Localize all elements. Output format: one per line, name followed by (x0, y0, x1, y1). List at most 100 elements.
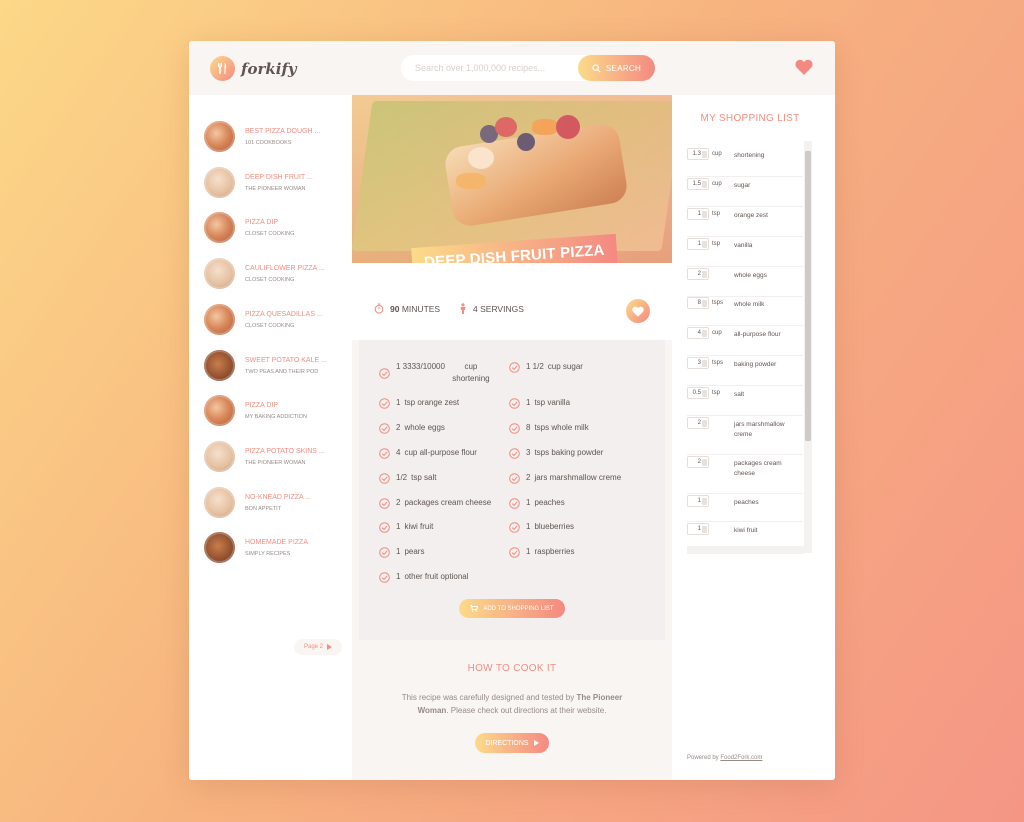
shopping-item: 1 tsp vanilla (687, 238, 803, 267)
shopping-item-unit: tsps (712, 360, 724, 366)
result-item[interactable]: BEST PIZZA DOUGH ... 101 COOKBOOKS (204, 119, 344, 153)
ingredient-item: 1 3333/10000 cup shortening (379, 361, 509, 385)
quantity-stepper[interactable]: 2 (687, 456, 709, 468)
powered-by: Powered by Food2Fork.com (687, 755, 763, 761)
ingredient-item: 1 pears (379, 546, 509, 558)
stopwatch-icon (374, 303, 384, 314)
check-icon (379, 398, 390, 409)
check-icon (509, 448, 520, 459)
result-item[interactable]: CAULIFLOWER PIZZA ... CLOSET COOKING (204, 256, 344, 290)
ingredient-item: 2 whole eggs (379, 422, 509, 434)
scrollbar-thumb[interactable] (805, 151, 811, 441)
shopping-item-desc: baking powder (734, 361, 777, 368)
check-icon (379, 448, 390, 459)
logo[interactable]: forkify (210, 56, 297, 81)
result-item[interactable]: DEEP DISH FRUIT ... THE PIONEER WOMAN (204, 165, 344, 199)
check-icon (509, 473, 520, 484)
search-input[interactable] (415, 55, 575, 81)
shopping-item-desc: peaches (734, 499, 759, 506)
ingredient-count: 1 1/2 (526, 362, 544, 371)
result-thumbnail (204, 166, 235, 198)
how-to-cook-text: This recipe was carefully designed and t… (401, 693, 623, 715)
horizontal-scrollbar[interactable] (687, 546, 804, 554)
quantity-stepper[interactable]: 0.5 (687, 387, 709, 399)
person-icon (460, 303, 466, 314)
shopping-item: 1.3 cup shortening (687, 148, 803, 177)
result-thumbnail (204, 120, 235, 152)
ingredient-count: 1 (396, 522, 401, 531)
result-thumbnail (204, 486, 235, 518)
ingredient-text: packages cream cheese (404, 498, 492, 507)
ingredient-text: tsp vanilla (534, 398, 571, 407)
add-to-shopping-list-button[interactable]: ADD TO SHOPPING LIST (459, 599, 565, 618)
add-to-shopping-list-label: ADD TO SHOPPING LIST (483, 605, 554, 612)
ingredient-count: 2 (396, 423, 401, 432)
ingredient-count: 1 (396, 572, 401, 581)
how-to-cook: HOW TO COOK IT This recipe was carefully… (359, 640, 665, 780)
food2fork-link[interactable]: Food2Fork.com (720, 755, 762, 761)
ingredient-count: 1 (526, 522, 531, 531)
result-item[interactable]: PIZZA DIP CLOSET COOKING (204, 210, 344, 244)
recipe-time-unit: MINUTES (401, 303, 441, 314)
quantity-stepper[interactable]: 1.3 (687, 148, 709, 160)
recipe: DEEP DISH FRUIT PIZZA 90 MINUTES 4 SERVI… (352, 95, 672, 780)
shopping-item: 1 peaches (687, 495, 803, 522)
result-thumbnail (204, 257, 235, 289)
ingredient-count: 1/2 (396, 473, 408, 482)
vertical-scrollbar[interactable] (804, 141, 812, 553)
quantity-stepper[interactable]: 2 (687, 417, 709, 429)
ingredient-item: 1/2 tsp salt (379, 472, 509, 484)
shopping-item-desc: all-purpose flour (734, 331, 781, 338)
result-author: 101 COOKBOOKS (245, 139, 292, 146)
header: forkify SEARCH (189, 41, 835, 95)
result-item[interactable]: SWEET POTATO KALE ... TWO PEAS AND THEIR… (204, 348, 344, 382)
ingredient-text: cup sugar (547, 362, 583, 371)
ingredient-text: pears (404, 547, 425, 556)
recipe-time-value: 90 (390, 303, 400, 314)
result-author: CLOSET COOKING (245, 276, 295, 283)
ingredient-item: 1 raspberries (509, 546, 639, 558)
result-item[interactable]: PIZZA POTATO SKINS ... THE PIONEER WOMAN (204, 439, 344, 473)
ingredient-item: 1 1/2 cup sugar (509, 361, 639, 373)
check-icon (379, 498, 390, 509)
result-thumbnail (204, 303, 235, 335)
quantity-stepper[interactable]: 1 (687, 208, 709, 220)
result-item[interactable]: HOMEMADE PIZZA SIMPLY RECIPES (204, 530, 344, 564)
quantity-stepper[interactable]: 1 (687, 238, 709, 250)
shopping-item-desc: packages cream cheese (734, 460, 782, 477)
ingredient-count: 1 3333/10000 (396, 362, 445, 371)
ingredient-text: whole eggs (404, 423, 445, 432)
shopping-item-unit: cup (712, 151, 722, 157)
result-item[interactable]: PIZZA QUESADILLAS ... CLOSET COOKING (204, 302, 344, 336)
next-page-button[interactable]: Page 2 (294, 639, 342, 655)
quantity-stepper[interactable]: 1.5 (687, 178, 709, 190)
result-item[interactable]: PIZZA DIP MY BAKING ADDICTION (204, 393, 344, 427)
ingredient-count: 1 (526, 547, 531, 556)
app-container: forkify SEARCH BEST PIZZA DOUGH ... (189, 41, 835, 780)
quantity-stepper[interactable]: 4 (687, 327, 709, 339)
shopping-item: 2 packages cream cheese (687, 456, 803, 494)
ingredient-item: 1 kiwi fruit (379, 521, 509, 533)
ingredient-item: 1 peaches (509, 497, 639, 509)
result-item[interactable]: NO-KNEAD PIZZA ... BON APPETIT (204, 485, 344, 519)
quantity-stepper[interactable]: 8 (687, 297, 709, 309)
shopping-list-scroll[interactable]: 1.3 cup shortening 1.5 cup sugar 1 tsp o… (687, 141, 813, 555)
result-thumbnail (204, 349, 235, 381)
directions-button[interactable]: DIRECTIONS (475, 733, 549, 753)
shopping-item: 1 kiwi fruit (687, 523, 803, 547)
quantity-stepper[interactable]: 2 (687, 268, 709, 280)
search-button[interactable]: SEARCH (578, 55, 655, 81)
quantity-stepper[interactable]: 1 (687, 523, 709, 535)
check-icon (509, 547, 520, 558)
logo-text: forkify (241, 59, 297, 78)
ingredient-count: 8 (526, 423, 531, 432)
love-button[interactable] (626, 299, 650, 323)
ingredient-item: 3 tsps baking powder (509, 447, 639, 459)
quantity-stepper[interactable]: 1 (687, 495, 709, 507)
check-icon (509, 362, 520, 373)
ingredient-item: 8 tsps whole milk (509, 422, 639, 434)
likes-heart-icon[interactable] (795, 59, 813, 80)
quantity-stepper[interactable]: 3 (687, 357, 709, 369)
shopping-item-desc: sugar (734, 182, 751, 189)
ingredient-item: 2 jars marshmallow creme (509, 472, 659, 484)
